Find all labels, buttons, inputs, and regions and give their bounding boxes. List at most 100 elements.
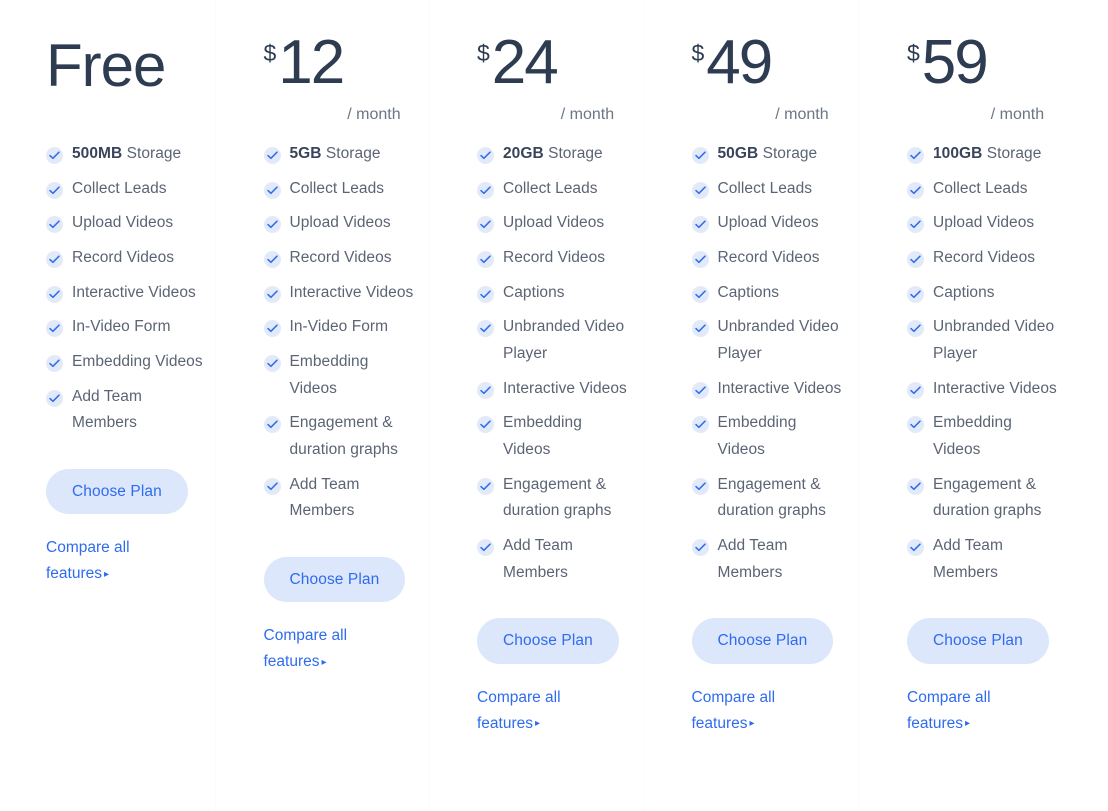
- compare-all-features-link[interactable]: Compare all features ▸: [692, 685, 802, 737]
- compare-link-line2: features: [907, 714, 964, 732]
- feature-label: Add Team Members: [503, 536, 573, 581]
- feature-label: Interactive Videos: [717, 379, 842, 397]
- chevron-right-icon: ▸: [321, 656, 327, 668]
- feature-label: Interactive Videos: [503, 379, 627, 397]
- feature-label: Engagement & duration graphs: [503, 475, 612, 520]
- chevron-right-icon: ▸: [965, 718, 971, 730]
- feature-label: Collect Leads: [933, 179, 1028, 197]
- plan-feature-list: 20GB Storage Collect Leads Upload Videos Re…: [477, 141, 634, 594]
- check-circle-icon: [907, 381, 924, 399]
- plan-feature-list: 5GB Storage Collect Leads Upload Videos Rec…: [263, 141, 420, 533]
- check-circle-icon: [691, 538, 709, 556]
- check-circle-icon: [477, 285, 494, 303]
- feature-item: Captions: [477, 280, 634, 307]
- check-circle-icon: [691, 416, 709, 434]
- check-circle-icon: [477, 477, 494, 495]
- plan-cta-area: Choose Plan Compare all features ▸: [907, 618, 1063, 737]
- feature-label: 20GB Storage: [503, 141, 603, 168]
- feature-item: Embedding Videos: [477, 410, 634, 463]
- plan-column-plan-24: $24/ month 20GB Storage Collect Leads Uploa…: [429, 0, 644, 811]
- check-circle-icon: [907, 181, 924, 199]
- pricing-plans-grid: Free 500MB Storage Collect Leads Upload Vid…: [0, 0, 1108, 811]
- currency-symbol: $: [263, 40, 277, 66]
- check-circle-icon: [691, 181, 709, 199]
- feature-item: Upload Videos: [907, 210, 1063, 237]
- feature-label: Unbranded Video Player: [717, 318, 839, 362]
- plan-price-amount: 24: [491, 28, 559, 97]
- feature-item: Add Team Members: [907, 533, 1063, 586]
- plan-feature-list: 500MB Storage Collect Leads Upload Videos R…: [46, 141, 205, 445]
- feature-label: Record Videos: [717, 248, 820, 266]
- feature-item: Collect Leads: [46, 176, 205, 203]
- plan-cta-area: Choose Plan Compare all features ▸: [263, 556, 420, 676]
- feature-item: Collect Leads: [477, 176, 634, 203]
- check-circle-icon: [263, 181, 281, 199]
- feature-item: Interactive Videos: [263, 280, 420, 307]
- feature-label: Add Team Members: [72, 387, 142, 432]
- feature-label-text: Storage: [126, 145, 182, 162]
- plan-price-free-label: Free: [46, 32, 166, 99]
- feature-item: Record Videos: [477, 245, 634, 272]
- check-circle-icon: [907, 250, 924, 268]
- plan-price-header: $12/ month: [263, 32, 420, 130]
- check-circle-icon: [46, 320, 63, 338]
- check-circle-icon: [907, 147, 924, 164]
- check-circle-icon: [691, 147, 709, 164]
- feature-label: Upload Videos: [717, 214, 819, 232]
- check-circle-icon: [46, 147, 63, 164]
- feature-label: Collect Leads: [289, 179, 385, 197]
- feature-item: Engagement & duration graphs: [477, 472, 634, 525]
- check-circle-icon: [907, 285, 924, 303]
- check-circle-icon: [263, 147, 281, 164]
- feature-label: Upload Videos: [289, 214, 391, 232]
- plan-column-free: Free 500MB Storage Collect Leads Upload Vid…: [0, 0, 215, 811]
- choose-plan-button[interactable]: Choose Plan: [907, 618, 1049, 664]
- compare-all-features-link[interactable]: Compare all features ▸: [477, 685, 587, 737]
- check-circle-icon: [263, 416, 281, 434]
- check-circle-icon: [691, 477, 709, 495]
- choose-plan-button[interactable]: Choose Plan: [477, 618, 619, 664]
- feature-label: Embedding Videos: [717, 414, 797, 458]
- feature-label-text: Storage: [762, 145, 818, 162]
- feature-item: Engagement & duration graphs: [263, 410, 420, 463]
- feature-item: Engagement & duration graphs: [907, 472, 1063, 525]
- check-circle-icon: [263, 354, 281, 372]
- compare-link-line1: Compare all: [46, 539, 130, 557]
- feature-item: In-Video Form: [263, 314, 420, 341]
- plan-price-period: / month: [347, 106, 401, 123]
- plan-column-inner: $59/ month 100GB Storage Collect Leads Uplo…: [859, 0, 1073, 811]
- compare-all-features-link[interactable]: Compare all features ▸: [907, 685, 1017, 737]
- feature-item: Captions: [691, 280, 849, 307]
- currency-symbol: $: [907, 40, 920, 66]
- feature-item: Record Videos: [263, 245, 420, 272]
- currency-symbol: $: [477, 40, 490, 66]
- feature-label: Captions: [717, 283, 780, 301]
- check-circle-icon: [263, 477, 281, 495]
- plan-column-inner: Free 500MB Storage Collect Leads Upload Vid…: [0, 0, 215, 811]
- feature-label: Upload Videos: [72, 214, 174, 232]
- feature-label: 100GB Storage: [933, 141, 1041, 168]
- feature-item: Embedding Videos: [46, 349, 205, 376]
- choose-plan-button[interactable]: Choose Plan: [46, 468, 188, 515]
- feature-label: Embedding Videos: [503, 414, 582, 458]
- choose-plan-button[interactable]: Choose Plan: [263, 556, 406, 603]
- feature-label: Captions: [503, 283, 565, 301]
- check-circle-icon: [477, 250, 494, 268]
- feature-storage-amount: 500MB: [72, 145, 123, 162]
- check-circle-icon: [477, 320, 494, 338]
- chevron-right-icon: ▸: [749, 718, 755, 730]
- choose-plan-button[interactable]: Choose Plan: [691, 618, 834, 664]
- feature-item: Add Team Members: [477, 533, 634, 586]
- feature-label: Embedding Videos: [933, 414, 1012, 458]
- compare-all-features-link[interactable]: Compare all features ▸: [264, 623, 374, 675]
- check-circle-icon: [691, 381, 709, 399]
- feature-label: Record Videos: [289, 248, 392, 266]
- plan-price-header: $24/ month: [477, 28, 634, 130]
- plan-column-plan-12: $12/ month 5GB Storage Collect Leads Upload…: [214, 0, 429, 811]
- feature-label: 500MB Storage: [72, 141, 181, 168]
- compare-all-features-link[interactable]: Compare all features ▸: [46, 535, 156, 587]
- feature-item: 5GB Storage: [263, 141, 420, 168]
- plan-column-plan-59: $59/ month 100GB Storage Collect Leads Uplo…: [858, 0, 1073, 811]
- feature-item: 50GB Storage: [691, 141, 849, 168]
- feature-item: Unbranded Video Player: [691, 314, 849, 367]
